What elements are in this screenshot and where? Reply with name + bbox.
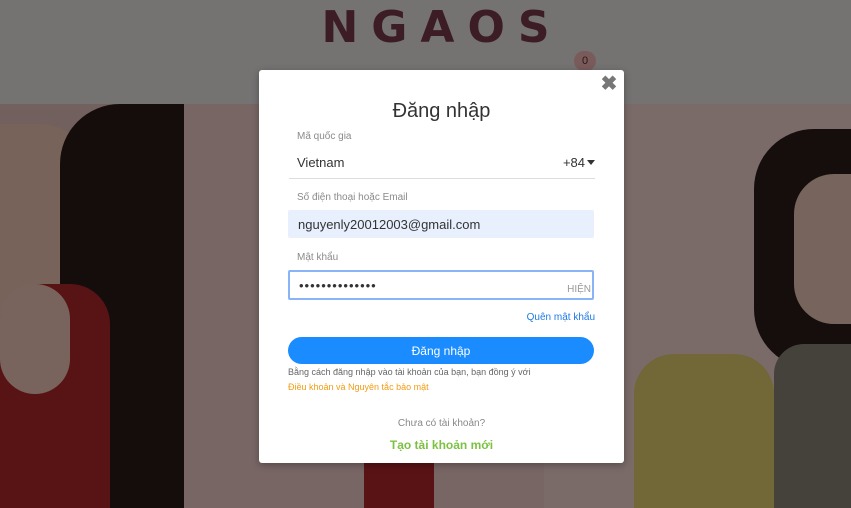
country-select[interactable]: Vietnam +84 bbox=[289, 148, 595, 179]
show-password-toggle[interactable]: HIỆN bbox=[567, 284, 591, 295]
email-label: Số điện thoại hoặc Email bbox=[297, 192, 408, 203]
country-code: +84 bbox=[563, 155, 595, 170]
login-button[interactable]: Đăng nhập bbox=[288, 337, 594, 364]
no-account-text: Chưa có tài khoản? bbox=[397, 418, 486, 429]
country-label: Mã quốc gia bbox=[297, 131, 352, 142]
create-account-link[interactable]: Tạo tài khoản mới bbox=[259, 438, 624, 452]
modal-title: Đăng nhập bbox=[392, 100, 491, 122]
country-name: Vietnam bbox=[297, 155, 345, 170]
close-icon[interactable]: ✖ bbox=[600, 74, 618, 94]
password-label: Mật khẩu bbox=[297, 252, 339, 263]
forgot-password-link[interactable]: Quên mật khẩu bbox=[527, 312, 595, 323]
password-field[interactable] bbox=[288, 270, 594, 300]
terms-text: Bằng cách đăng nhập vào tài khoản của bạ… bbox=[288, 367, 531, 377]
terms-link[interactable]: Điều khoản và Nguyên tắc bảo mật bbox=[288, 382, 429, 392]
email-field[interactable] bbox=[288, 210, 594, 238]
login-modal: ✖ Đăng nhập Mã quốc gia Vietnam +84 Số đ… bbox=[259, 70, 624, 463]
chevron-down-icon bbox=[587, 160, 595, 165]
